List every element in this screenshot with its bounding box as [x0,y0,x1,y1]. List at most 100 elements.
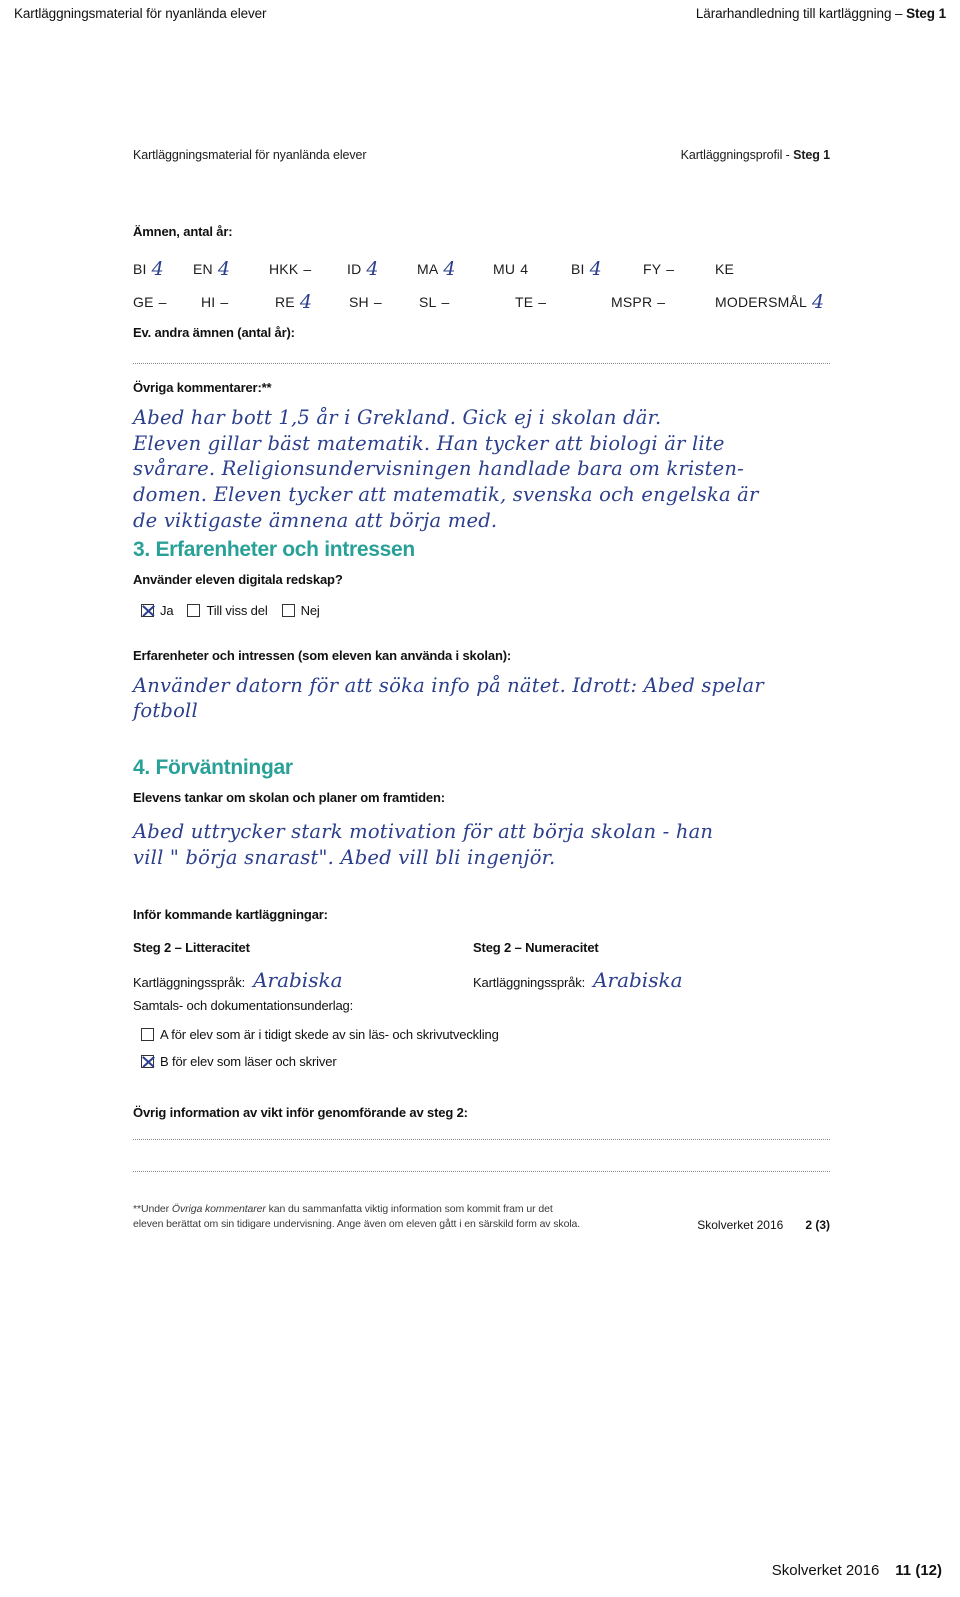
running-header-right: Lärarhandledning till kartläggning – Ste… [696,6,946,21]
checkbox-underlag-b[interactable] [141,1054,154,1068]
subject-value: 4 [520,261,528,277]
subject-value: – [538,294,547,310]
checkbox-nej-label: Nej [300,602,320,618]
subject-code: TE [515,294,534,310]
form-header: Kartläggningsmaterial för nyanlända elev… [133,148,830,162]
subject-code: SH [349,294,369,310]
section-3-heading: 3. Erfarenheter och intressen [133,537,415,561]
subject-value: – [220,294,229,310]
experiences-label: Erfarenheter och intressen (som eleven k… [133,647,512,663]
comments-line-4: domen. Eleven tycker att matematik, sven… [133,483,759,507]
form-footer-row: **Under Övriga kommentarer kan du samman… [133,1202,830,1232]
litteracitet-language-value[interactable]: Arabiska [253,968,342,992]
other-subjects-writeline[interactable] [133,362,830,364]
form-footer-source: Skolverket 2016 [697,1218,784,1233]
checkbox-ja-label: Ja [160,602,174,618]
subject-value: 4 [812,291,825,313]
document-option-b: B för elev som läser och skriver [141,1054,830,1069]
footnote-italic-term: Övriga kommentarer [171,1202,266,1215]
subject-value: 4 [443,258,456,280]
comments-line-3: svårare. Religionsundervisningen handlad… [133,457,744,481]
form-header-profile-text: Kartläggningsprofil - [680,148,794,162]
experiences-handwriting[interactable]: Använder datorn för att söka info på nät… [133,673,830,724]
subject-te: TE – [515,294,611,310]
checkbox-till-viss-del[interactable] [187,603,201,617]
subject-mspr: MSPR – [611,294,715,310]
checkbox-nej[interactable] [281,603,295,617]
subject-en: EN 4 [193,258,269,280]
comments-handwriting[interactable]: Abed har bott 1,5 år i Grekland. Gick ej… [133,405,830,534]
subject-fy: FY – [643,261,715,277]
subject-ma: MA 4 [417,258,493,280]
litteracitet-language-label: Kartläggningsspråk: [133,974,246,990]
thoughts-line-2: vill " börja snarast". Abed vill bli ing… [133,845,556,869]
document-option-a: A för elev som är i tidigt skede av sin … [141,1027,830,1042]
subject-value: – [666,261,675,277]
running-header-step: Steg 1 [906,6,946,21]
subject-hi: HI – [201,294,275,310]
checkbox-ja[interactable] [141,603,154,617]
subject-sh: SH – [349,294,419,310]
subject-re: RE 4 [275,292,349,312]
subject-sl: SL – [419,294,515,310]
form-sheet: Kartläggningsmaterial för nyanlända elev… [0,148,960,1232]
extra-info-writeline-1[interactable] [133,1138,830,1140]
footnote-line-2: eleven berättat om sin tidigare undervis… [133,1217,581,1230]
form-footer-page: 2 (3) [805,1218,830,1233]
subjects-row-1: BI 4 EN 4 HKK – ID 4 MA 4 MU 4 BI 4 FY – KE [133,258,830,280]
litteracitet-language-row: Kartläggningsspråk: Arabiska [133,968,473,992]
comments-label: Övriga kommentarer:** [133,380,272,395]
subject-bi-1: BI 4 [133,258,193,280]
numeracitet-title: Steg 2 – Numeracitet [473,939,599,955]
subject-id: ID 4 [347,258,417,280]
thoughts-handwriting[interactable]: Abed uttrycker stark motivation för att … [133,819,830,870]
subjects-label: Ämnen, antal år: [133,224,233,239]
subject-value: – [441,294,450,310]
subject-value: – [657,294,666,310]
subject-value: 4 [151,258,164,280]
subject-bi-2: BI 4 [571,258,643,280]
subject-code: BI [133,261,147,277]
subject-code: BI [571,261,585,277]
form-header-right: Kartläggningsprofil - Steg 1 [681,148,830,162]
upcoming-label: Inför kommande kartläggningar: [133,906,328,922]
checkbox-underlag-a[interactable] [141,1027,154,1041]
extra-info-label: Övrig information av vikt inför genomför… [133,1104,468,1120]
footnote-line-1: **Under Övriga kommentarer kan du samman… [133,1202,580,1217]
subject-value: – [303,261,312,277]
checkbox-underlag-a-label: A för elev som är i tidigt skede av sin … [160,1026,499,1042]
subject-code: MU [493,261,516,277]
upcoming-columns: Steg 2 – Litteracitet Kartläggningsspråk… [133,940,830,992]
footnote-prefix: **Under [133,1202,172,1215]
digital-tools-question: Använder eleven digitala redskap? [133,571,343,587]
page-running-header: Kartläggningsmaterial för nyanlända elev… [0,0,960,34]
subject-value: – [158,294,167,310]
numeracitet-language-value[interactable]: Arabiska [593,968,682,992]
numeracitet-language-label: Kartläggningsspråk: [473,974,586,990]
experiences-line-2: fotboll [133,699,198,723]
form-footer: Skolverket 2016 2 (3) [697,1218,830,1232]
subject-code: GE [133,294,154,310]
subject-ge: GE – [133,294,201,310]
extra-info-writeline-2[interactable] [133,1170,830,1172]
subject-ke: KE [715,261,739,277]
subject-code: HKK [269,261,299,277]
footnote: **Under Övriga kommentarer kan du samman… [133,1202,580,1232]
subject-code: MA [417,261,439,277]
comments-line-5: de viktigaste ämnena att börja med. [133,508,498,532]
numeracitet-language-row: Kartläggningsspråk: Arabiska [473,968,813,992]
subject-code: RE [275,294,295,310]
running-header-right-text: Lärarhandledning till kartläggning – [695,6,907,21]
form-header-left: Kartläggningsmaterial för nyanlända elev… [133,148,367,162]
thoughts-line-1: Abed uttrycker stark motivation för att … [133,820,714,844]
documents-label: Samtals- och dokumentationsunderlag: [133,997,354,1013]
subject-value: 4 [589,258,602,280]
checkbox-underlag-b-label: B för elev som läser och skriver [160,1053,337,1069]
subject-value: 4 [366,258,379,280]
comments-line-2: Eleven gillar bäst matematik. Han tycker… [133,431,725,455]
subject-value: 4 [217,258,230,280]
comments-line-1: Abed har bott 1,5 år i Grekland. Gick ej… [133,406,662,429]
subject-code: SL [419,294,437,310]
experiences-line-1: Använder datorn för att söka info på nät… [133,673,764,697]
subject-value: – [373,294,382,310]
